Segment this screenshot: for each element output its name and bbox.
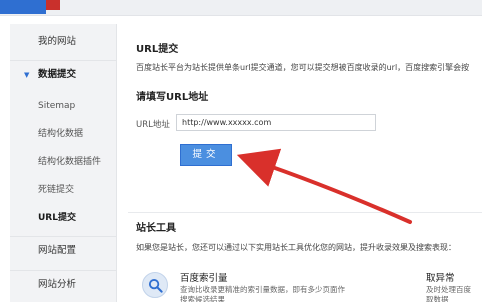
sidebar-item-structured-data[interactable]: 结构化数据 (10, 120, 117, 148)
sidebar-item-label: 数据提交 (38, 69, 77, 80)
tools-title: 站长工具 (136, 223, 176, 234)
sidebar-item-site-config[interactable]: 网站配置 (10, 236, 117, 264)
url-input[interactable]: http://www.xxxxx.com (176, 114, 376, 131)
index-volume-tool[interactable] (142, 272, 168, 298)
caret-down-icon: ▼ (24, 71, 30, 79)
top-banner (0, 0, 482, 16)
sidebar-item-label: 结构化数据 (38, 129, 84, 139)
tool-description: 取数据 (426, 295, 449, 302)
page-title: URL提交 (136, 44, 179, 55)
sidebar-item-structured-data-plugin[interactable]: 结构化数据插件 (10, 148, 117, 176)
sidebar: 我的网站 ▼ 数据提交 Sitemap 结构化数据 结构化数据插件 死链提交 U… (10, 24, 117, 302)
sidebar-item-label: 网站配置 (38, 245, 77, 256)
form-title: 请填写URL地址 (136, 92, 209, 103)
section-divider (128, 212, 482, 213)
main-content: URL提交 百度站长平台为站长提供单条url提交通道，您可以提交想被百度收录的u… (118, 24, 482, 302)
sidebar-item-site-analysis[interactable]: 网站分析 (10, 270, 117, 298)
sidebar-item-dead-link[interactable]: 死链提交 (10, 176, 117, 204)
tool-title[interactable]: 百度索引量 (180, 270, 228, 284)
tools-description: 如果您是站长，您还可以通过以下实用站长工具优化您的网站，提升收录效果及搜索表现： (136, 243, 456, 252)
sidebar-item-label: Sitemap (38, 101, 76, 111)
logo-accent (46, 0, 60, 10)
url-field-label: URL地址 (136, 120, 170, 130)
submit-button[interactable]: 提交 (180, 144, 232, 166)
sidebar-item-data-submit[interactable]: ▼ 数据提交 (10, 60, 117, 88)
sidebar-item-label: 我的网站 (38, 36, 77, 47)
search-icon (148, 278, 163, 293)
page-description: 百度站长平台为站长提供单条url提交通道，您可以提交想被百度收录的url，百度搜… (136, 63, 470, 72)
sidebar-item-my-site[interactable]: 我的网站 (10, 28, 117, 56)
sidebar-item-sitemap[interactable]: Sitemap (10, 92, 117, 120)
sidebar-item-label: 结构化数据插件 (38, 157, 102, 167)
sidebar-item-url-submit[interactable]: URL提交 (10, 204, 117, 232)
site-logo (0, 0, 46, 14)
tool-title[interactable]: 取异常 (426, 270, 455, 284)
sidebar-item-label: 网站分析 (38, 279, 77, 290)
tool-description: 搜索候选结果 (180, 295, 225, 302)
sidebar-item-label: URL提交 (38, 213, 76, 223)
sidebar-item-label: 死链提交 (38, 185, 75, 195)
